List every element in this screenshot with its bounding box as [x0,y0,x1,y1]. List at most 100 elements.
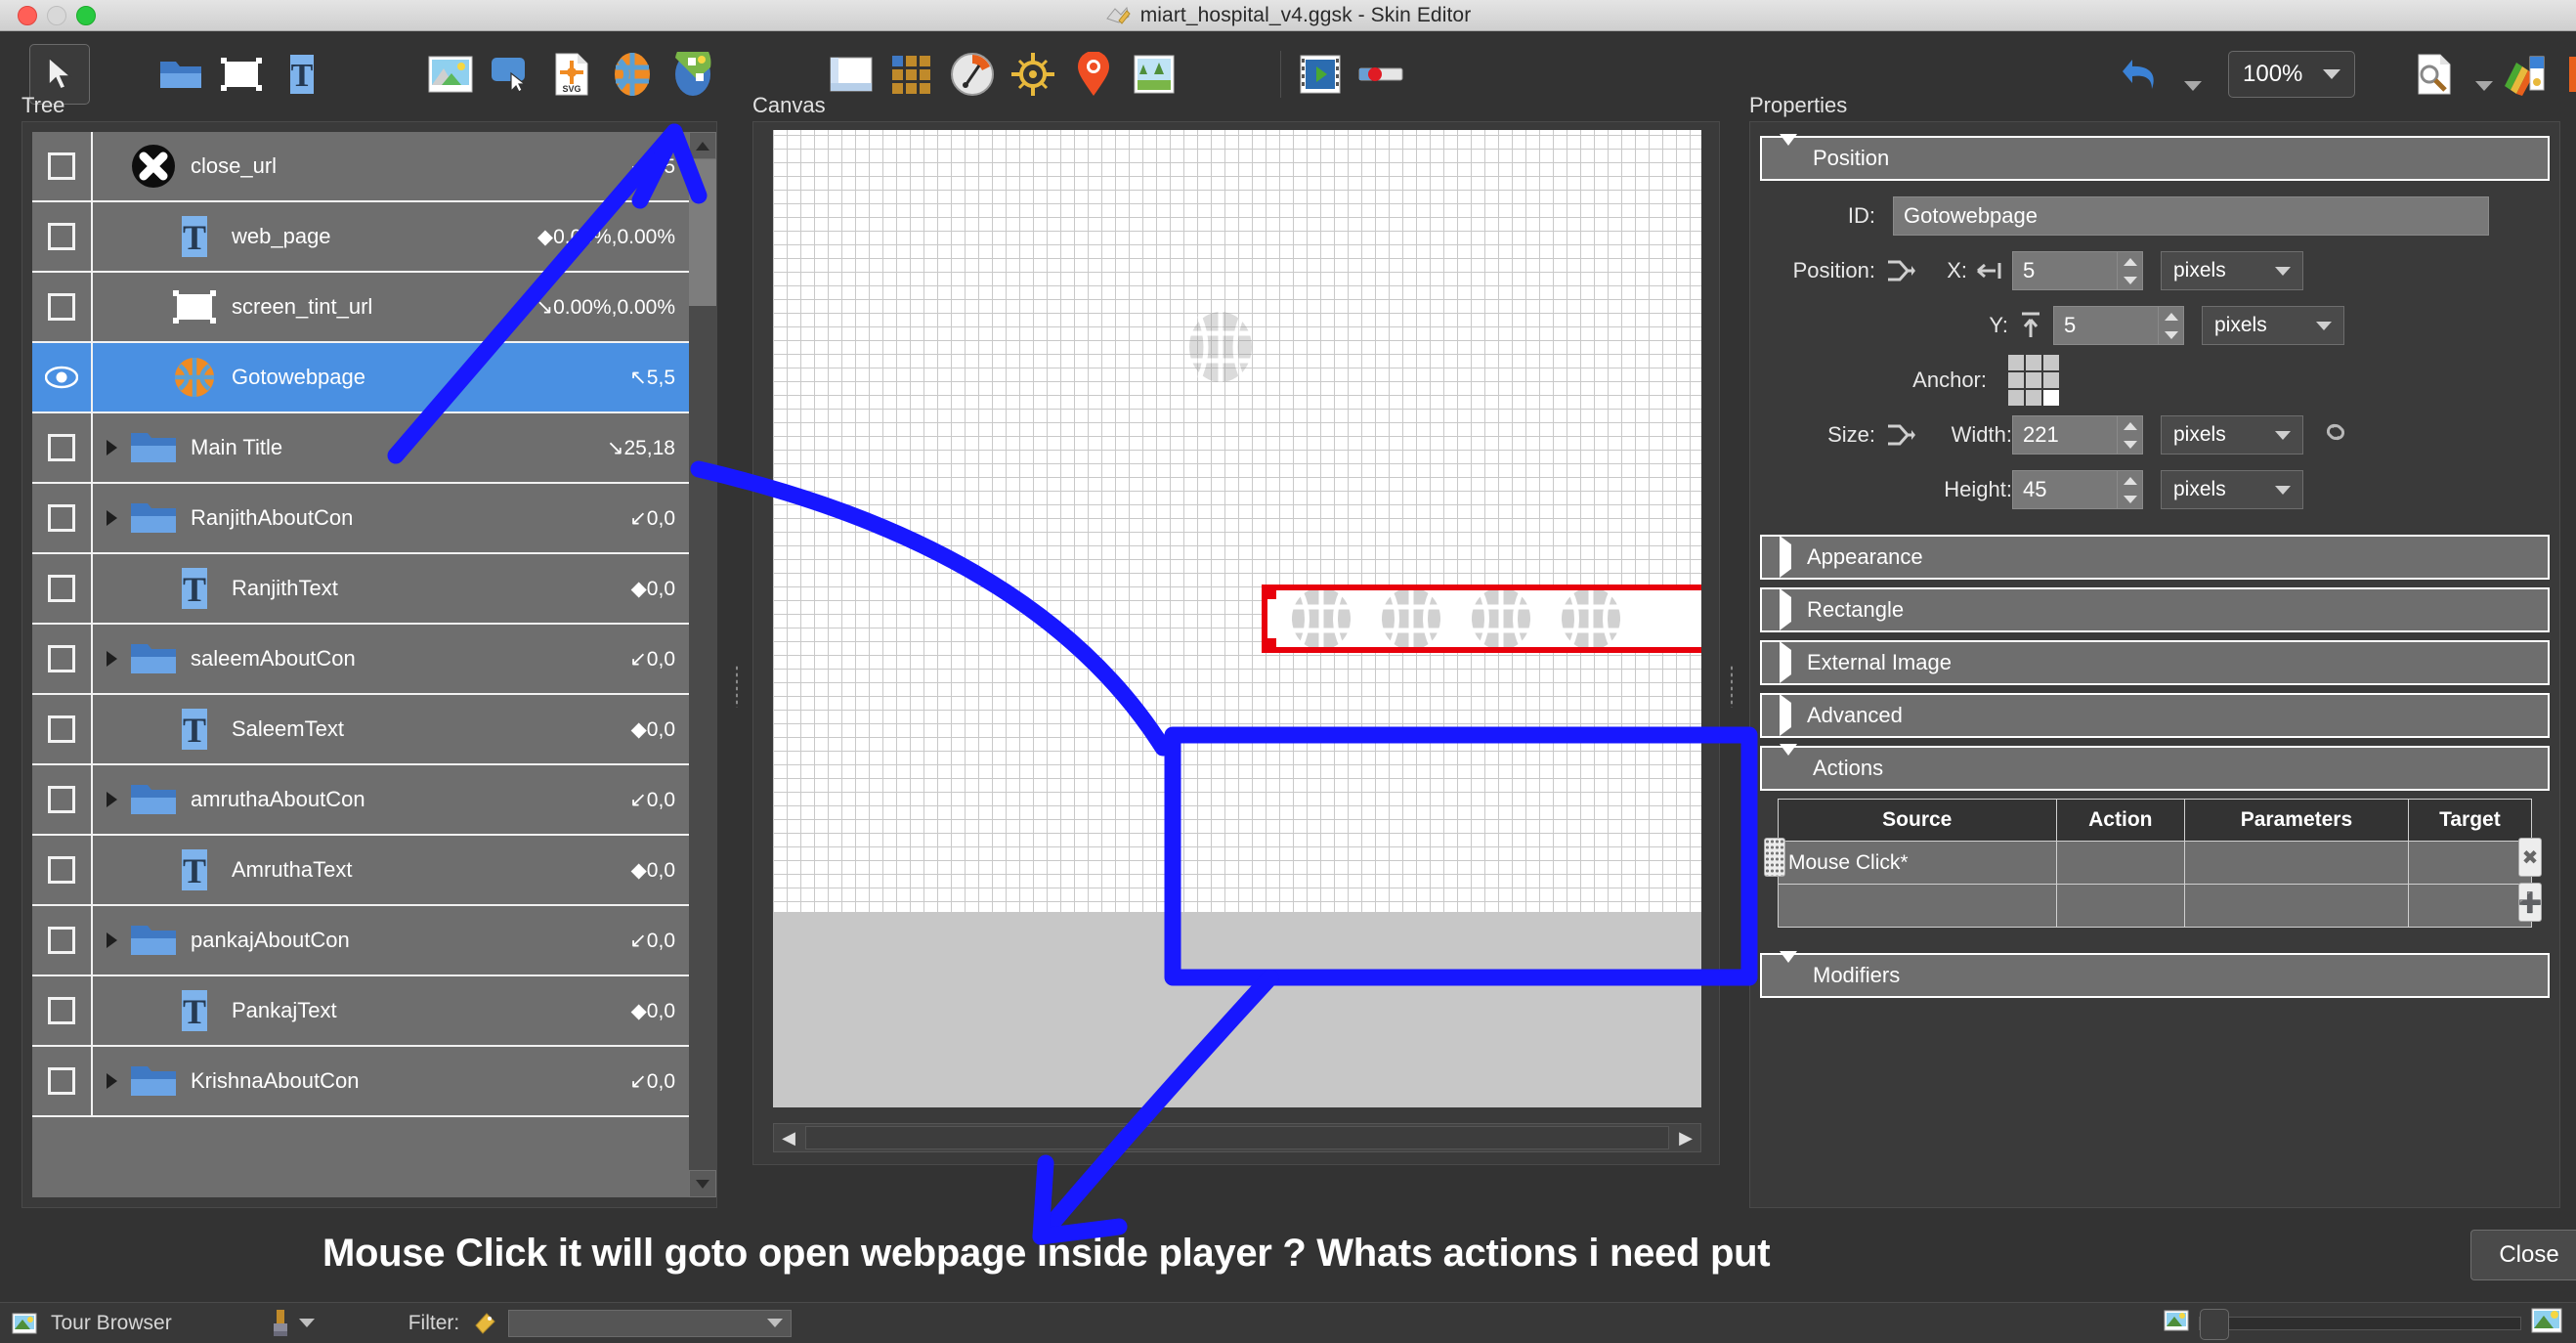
anchor-cell-ml[interactable] [2008,372,2024,388]
height-unit-select[interactable]: pixels [2161,470,2303,509]
x-stepper[interactable]: 5 [2012,251,2143,290]
tree-row[interactable]: screen_tint_url ↘0.00%,0.00% [32,273,689,343]
expand-chevron-icon[interactable] [93,792,122,807]
actions-cell-source[interactable]: Mouse Click* [1778,841,2057,885]
section-header-actions[interactable]: Actions [1760,744,2550,791]
position-mode-icon[interactable] [1875,258,1926,283]
tree-row-checkbox[interactable] [32,695,93,763]
width-unit-select[interactable]: pixels [2161,415,2303,455]
map-image-tool-icon[interactable] [1124,44,1184,105]
canvas-scroll-track[interactable] [805,1126,1669,1149]
section-header-rectangle[interactable]: Rectangle [1760,587,2550,632]
tree-row-checkbox[interactable] [32,202,93,271]
anchor-cell-tc[interactable] [2026,355,2041,370]
tree-row-checkbox[interactable] [32,132,93,200]
section-header-modifiers[interactable]: Modifiers [1760,951,2550,998]
compass-tool-icon[interactable] [942,44,1003,105]
actions-cell-target[interactable] [2407,884,2533,928]
section-header-position[interactable]: Position [1760,134,2550,181]
thumbnail-size-slider[interactable] [2199,1308,2521,1340]
actions-cell-source[interactable] [1778,884,2057,928]
tree-row[interactable]: T RanjithText ◆0,0 [32,554,689,625]
selected-element-bounds[interactable] [1262,585,1701,653]
tree-scroll-up-button[interactable] [689,132,716,159]
actions-table-row[interactable] [1778,884,2533,928]
y-unit-select[interactable]: pixels [2202,306,2344,345]
text-tool-icon[interactable]: T [272,44,332,105]
tree-row[interactable]: RanjithAboutCon ↙0,0 [32,484,689,554]
id-field[interactable]: Gotowebpage [1893,196,2489,236]
hotspot-tool-icon[interactable] [1063,44,1124,105]
svg-tool-icon[interactable]: SVG [541,44,602,105]
section-header-appearance[interactable]: Appearance [1760,535,2550,580]
tree-row-checkbox[interactable] [32,765,93,834]
tree-row-checkbox[interactable] [32,1047,93,1115]
width-field[interactable]: 221 [2012,415,2118,455]
anchor-cell-bc[interactable] [2026,390,2041,406]
anchor-cell-bl[interactable] [2008,390,2024,406]
tree-scroll-down-button[interactable] [689,1170,716,1197]
radar-tool-icon[interactable] [1003,44,1063,105]
section-header-advanced[interactable]: Advanced [1760,693,2550,738]
actions-cell-parameters[interactable] [2184,841,2409,885]
tree-list[interactable]: close_url ↙5,5 Tweb_page ◆0.00%,0.00% screen… [32,132,689,1197]
tree-scroll-thumb[interactable] [689,159,716,306]
actions-table-row[interactable]: Mouse Click* [1778,841,2533,885]
actions-cell-action[interactable] [2055,884,2186,928]
tour-browser-label[interactable]: Tour Browser [51,1312,172,1335]
tree-row[interactable]: T SaleemText ◆0,0 [32,695,689,765]
zoom-control[interactable]: 100% [2228,31,2355,117]
thumbnail-grid-tool-icon[interactable] [881,44,942,105]
tree-row[interactable]: pankajAboutCon ↙0,0 [32,906,689,976]
expand-chevron-icon[interactable] [93,440,122,455]
expand-chevron-icon[interactable] [93,651,122,667]
anchor-cell-mr[interactable] [2043,372,2059,388]
tree-row-checkbox[interactable] [32,836,93,904]
x-field[interactable]: 5 [2012,251,2118,290]
canvas-scroll-right-button[interactable]: ▶ [1671,1124,1700,1151]
tree-row-checkbox[interactable] [32,625,93,693]
brush-dropdown-icon[interactable] [298,1319,315,1327]
anchor-cell-mc[interactable] [2026,372,2041,388]
button-tool-icon[interactable] [481,44,541,105]
filter-input[interactable] [508,1309,793,1337]
section-header-external-image[interactable]: External Image [1760,640,2550,685]
tree-row-checkbox[interactable] [32,554,93,623]
viewer-tool-icon[interactable] [821,44,881,105]
preview-dropdown-icon[interactable] [2472,44,2496,105]
tree-row[interactable]: KrishnaAboutCon ↙0,0 [32,1047,689,1117]
tree-row[interactable]: saleemAboutCon ↙0,0 [32,625,689,695]
anchor-cell-tr[interactable] [2043,355,2059,370]
anchor-cell-br[interactable] [2043,390,2059,406]
actions-table[interactable]: Source Action Parameters Target Mouse Click… [1778,799,2533,928]
folder-tool-icon[interactable] [150,44,211,105]
expand-chevron-icon[interactable] [93,510,122,526]
tree-row[interactable]: Tweb_page ◆0.00%,0.00% [32,202,689,273]
splitter-tree-canvas[interactable] [735,665,745,708]
canvas-surface[interactable] [773,130,1701,1107]
width-stepper[interactable]: 221 [2012,415,2143,455]
tree-row-checkbox[interactable] [32,484,93,552]
preview-tool-icon[interactable] [2404,44,2465,105]
actions-cell-parameters[interactable] [2184,884,2409,928]
tree-row[interactable]: Gotowebpage ↖5,5 [32,343,689,413]
undo-icon[interactable] [2111,44,2171,105]
brush-icon[interactable] [270,1309,291,1337]
tree-row-checkbox[interactable] [32,976,93,1045]
undo-dropdown-icon[interactable] [2181,44,2205,105]
tree-row-checkbox[interactable] [32,273,93,341]
tree-row[interactable]: amruthaAboutCon ↙0,0 [32,765,689,836]
height-field[interactable]: 45 [2012,470,2118,509]
x-unit-select[interactable]: pixels [2161,251,2303,290]
size-mode-icon[interactable] [1875,422,1926,448]
height-stepper[interactable]: 45 [2012,470,2143,509]
resize-handle-tl[interactable] [1267,590,1276,599]
canvas-scroll-left-button[interactable]: ◀ [774,1124,803,1151]
tree-row-checkbox[interactable] [32,906,93,975]
color-tool-icon[interactable] [2556,44,2576,105]
map-tool-icon[interactable] [663,44,723,105]
actions-table-body[interactable]: Mouse Click* [1778,841,2533,928]
visibility-eye-icon[interactable] [32,343,93,412]
tag-icon[interactable] [473,1311,496,1336]
actions-cell-target[interactable] [2407,841,2533,885]
